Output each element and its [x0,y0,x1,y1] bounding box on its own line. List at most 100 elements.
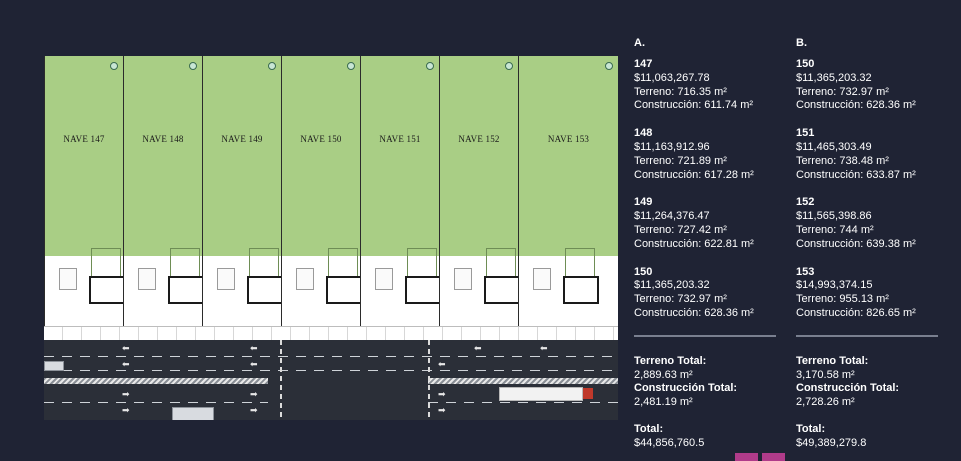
lot-nave[interactable]: NAVE 151 [360,56,439,256]
crosswalk-line [280,340,282,420]
construccion-total-label: Construcción Total: [634,382,738,395]
terreno-total-value: 2,889.63 m² [634,368,693,381]
arrow-left-icon: ⬅ [474,343,482,353]
arrow-right-icon: ➡ [438,389,446,399]
dock-bay [563,276,599,304]
arrow-left-icon: ⬅ [122,343,130,353]
lot-terreno: Terreno: 727.42 m² [634,223,727,236]
column-header: B. [796,37,807,49]
dock-bay [89,276,125,304]
truck-icon [172,407,214,420]
column-a: A. 147 $11,063,267.78 Terreno: 716.35 m² Co… [634,37,776,451]
arrow-right-icon: ➡ [122,389,130,399]
dock-outline [91,248,121,278]
lot-number: 147 [634,58,653,70]
divider [634,334,776,337]
dock-outline [486,248,516,278]
lot-price: $11,063,267.78 [634,71,710,84]
dock-bay [247,276,283,304]
lot-entry: 152 $11,565,398.86 Terreno: 744 m² Construc… [796,196,938,251]
dock-bay [296,268,314,290]
terreno-total-label: Terreno Total: [634,354,707,367]
dock-bay [533,268,551,290]
lot-construccion: Construcción: 622.81 m² [634,237,754,250]
marker-dot-icon [605,62,613,70]
nav-next-button[interactable] [762,453,785,461]
nave-label: NAVE 151 [379,134,421,144]
dock-outline [407,248,437,278]
dock-outline [170,248,200,278]
lot-number: 153 [796,265,815,278]
total-label: Total: [634,422,664,435]
lot-number: 151 [796,127,815,140]
lot-construccion: Construcción: 639.38 m² [796,237,916,250]
lot-nave[interactable]: NAVE 149 [202,56,281,256]
arrow-left-icon: ⬅ [250,343,258,353]
construccion-total-value: 2,481.19 m² [634,396,693,409]
lot-price: $11,365,203.32 [634,279,710,292]
marker-dot-icon [268,62,276,70]
lot-entry: 151 $11,465,303.49 Terreno: 738.48 m² Const… [796,127,938,182]
marker-dot-icon [189,62,197,70]
lot-price: $11,365,203.32 [796,71,872,84]
lot-number: 148 [634,127,653,140]
arrow-right-icon: ➡ [438,405,446,415]
marker-dot-icon [426,62,434,70]
median-strip [44,378,268,384]
lot-terreno: Terreno: 744 m² [796,223,874,236]
construccion-total-value: 2,728.26 m² [796,396,855,409]
dock-outline [249,248,279,278]
road: ⬅ ⬅ ⬅ ⬅ ⬅ ⬅ ⬅ ➡ ➡ ➡ ➡ ➡ ➡ [44,340,618,420]
dock-bay [484,276,520,304]
lot-nave[interactable]: NAVE 147 [44,56,123,256]
lane-marking [44,356,618,357]
lot-terreno: Terreno: 738.48 m² [796,154,889,167]
lot-nave[interactable]: NAVE 153 [518,56,618,256]
crosswalk-line [428,340,430,420]
lot-entry: 153 $14,993,374.15 Terreno: 955.13 m² Const… [796,266,938,321]
marker-dot-icon [505,62,513,70]
nave-label: NAVE 147 [63,134,105,144]
dock-bay [454,268,472,290]
terreno-total-label: Terreno Total: [796,354,869,367]
column-b: B. 150 $11,365,203.32 Terreno: 732.97 m² Co… [796,37,938,451]
lane-marking [428,402,618,403]
nav-prev-button[interactable] [735,453,758,461]
lot-entry: 147 $11,063,267.78 Terreno: 716.35 m² Const… [634,58,776,113]
lot-construccion: Construcción: 617.28 m² [634,168,754,181]
arrow-right-icon: ➡ [250,389,258,399]
lot-construccion: Construcción: 826.65 m² [796,306,916,319]
nave-label: NAVE 149 [221,134,263,144]
nave-label: NAVE 150 [300,134,342,144]
totals-block: Terreno Total: 2,889.63 m² Construcción … [634,355,776,451]
lot-price: $11,565,398.86 [796,210,872,223]
truck-trailer [499,387,583,401]
column-header: A. [634,37,645,49]
lot-price: $11,264,376.47 [634,210,710,223]
lot-terreno: Terreno: 716.35 m² [634,85,727,98]
arrow-right-icon: ➡ [122,405,130,415]
lot-number: 150 [634,265,653,278]
lane-marking [44,402,268,403]
dock-bay [405,276,441,304]
nave-label: NAVE 152 [458,134,500,144]
dock-bay [217,268,235,290]
lot-nave[interactable]: NAVE 148 [123,56,202,256]
totals-block: Terreno Total: 3,170.58 m² Construcción … [796,355,938,451]
car-icon [44,361,64,371]
lot-number: 150 [796,58,815,70]
lot-terreno: Terreno: 721.89 m² [634,154,727,167]
nave-label: NAVE 153 [547,134,590,144]
lot-nave[interactable]: NAVE 152 [439,56,518,256]
lane-marking [44,370,618,371]
lot-terreno: Terreno: 732.97 m² [634,293,727,306]
lot-construccion: Construcción: 633.87 m² [796,168,916,181]
dock-bay [138,268,156,290]
lot-nave[interactable]: NAVE 150 [281,56,360,256]
lot-terreno: Terreno: 955.13 m² [796,293,889,306]
arrow-left-icon: ⬅ [540,343,548,353]
arrow-right-icon: ➡ [250,405,258,415]
total-label: Total: [796,422,826,435]
lot-price: $11,465,303.49 [796,140,872,153]
lot-construccion: Construcción: 628.36 m² [634,306,754,319]
